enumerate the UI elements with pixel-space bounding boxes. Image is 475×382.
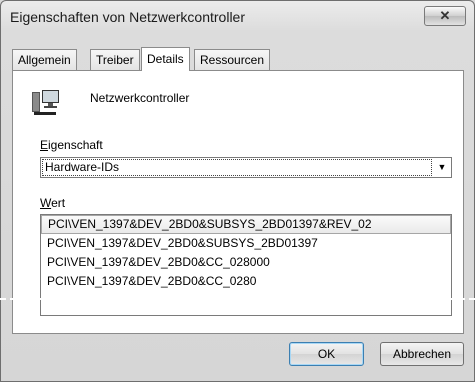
close-button[interactable]: ✕ bbox=[424, 6, 466, 26]
property-dropdown[interactable]: Hardware-IDs ▼ bbox=[40, 157, 452, 178]
cancel-button[interactable]: Abbrechen bbox=[380, 342, 464, 366]
list-item[interactable]: PCI\VEN_1397&DEV_2BD0&CC_028000 bbox=[41, 253, 451, 272]
value-label: Wert bbox=[40, 196, 66, 210]
title-bar[interactable]: Eigenschaften von Netzwerkcontroller ✕ bbox=[1, 1, 474, 31]
torn-edge-divider bbox=[0, 298, 475, 300]
list-item[interactable]: PCI\VEN_1397&DEV_2BD0&SUBSYS_2BD01397 bbox=[41, 234, 451, 253]
tab-treiber[interactable]: Treiber bbox=[90, 49, 140, 70]
tab-allgemein[interactable]: Allgemein bbox=[12, 49, 77, 70]
value-listbox[interactable]: PCI\VEN_1397&DEV_2BD0&SUBSYS_2BD01397&RE… bbox=[40, 214, 452, 316]
list-item[interactable]: PCI\VEN_1397&DEV_2BD0&SUBSYS_2BD01397&RE… bbox=[41, 215, 451, 234]
list-item[interactable]: PCI\VEN_1397&DEV_2BD0&CC_0280 bbox=[41, 272, 451, 291]
device-name: Netzwerkcontroller bbox=[90, 91, 190, 105]
property-label: Eigenschaft bbox=[40, 138, 103, 152]
property-selected-value: Hardware-IDs bbox=[42, 159, 432, 176]
tab-details[interactable]: Details bbox=[141, 47, 190, 71]
network-adapter-icon bbox=[32, 90, 59, 115]
tab-ressourcen[interactable]: Ressourcen bbox=[194, 49, 271, 70]
window-title: Eigenschaften von Netzwerkcontroller bbox=[10, 9, 246, 25]
ok-button[interactable]: OK bbox=[289, 342, 364, 366]
close-icon: ✕ bbox=[439, 8, 451, 23]
chevron-down-icon[interactable]: ▼ bbox=[433, 158, 451, 177]
